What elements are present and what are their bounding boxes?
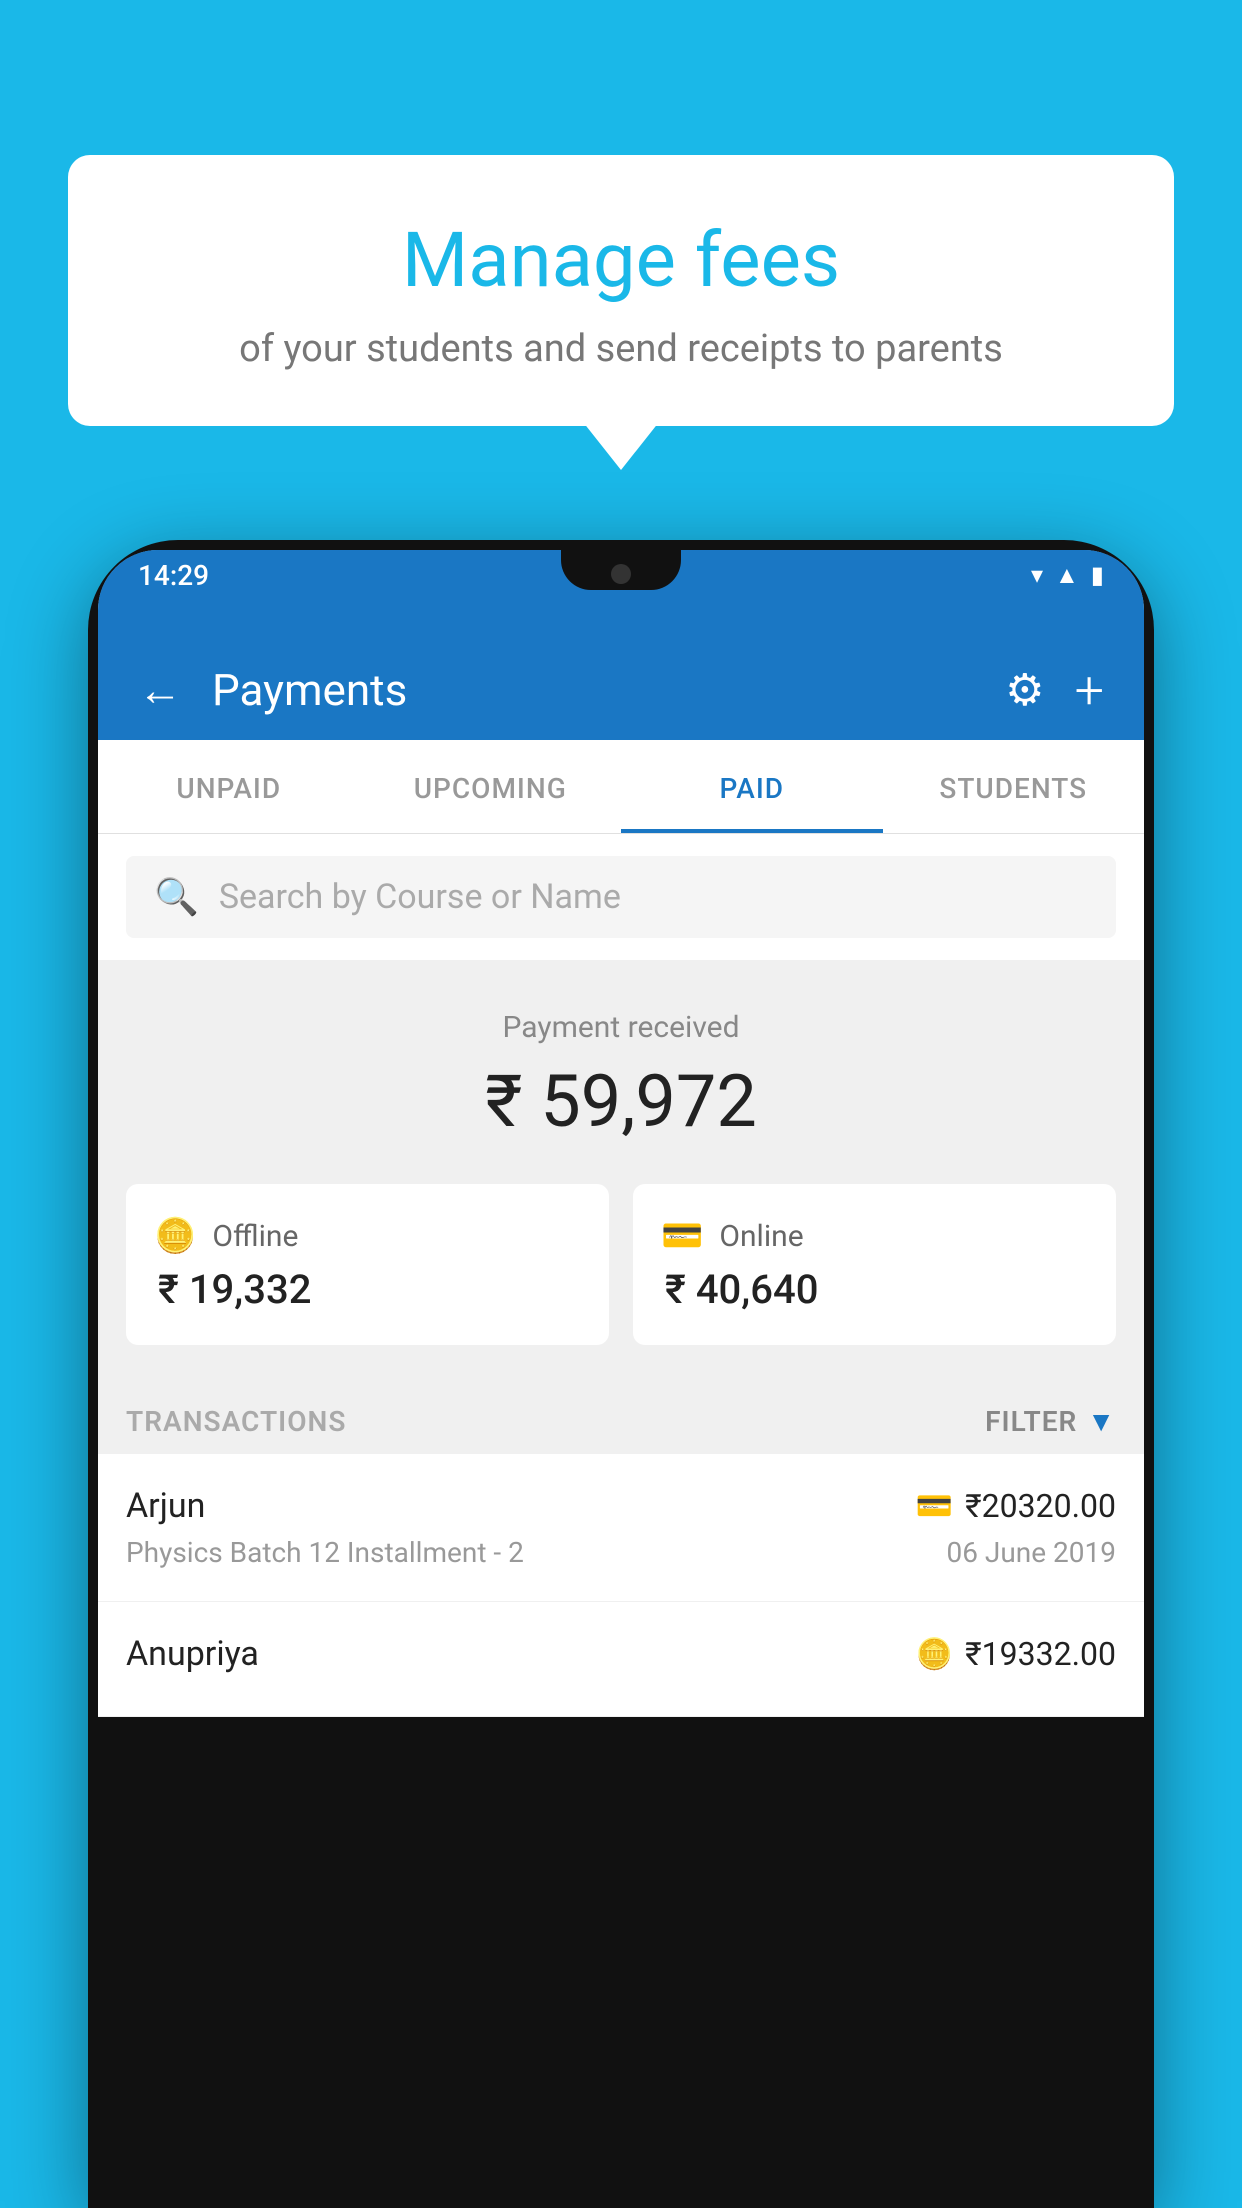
status-time: 14:29 bbox=[138, 559, 209, 592]
tab-students[interactable]: STUDENTS bbox=[883, 740, 1145, 833]
header-title: Payments bbox=[212, 664, 975, 716]
transaction-course: Physics Batch 12 Installment - 2 bbox=[126, 1536, 524, 1569]
transaction-amount: ₹20320.00 bbox=[965, 1487, 1116, 1525]
transaction-row-top: Arjun 💳 ₹20320.00 bbox=[126, 1486, 1116, 1526]
transaction-row-bottom: Physics Batch 12 Installment - 2 06 June… bbox=[126, 1536, 1116, 1569]
offline-payment-icon: 🪙 bbox=[916, 1637, 953, 1672]
search-box[interactable]: 🔍 Search by Course or Name bbox=[126, 856, 1116, 938]
transaction-amount-2: ₹19332.00 bbox=[965, 1635, 1116, 1673]
battery-icon: ▮ bbox=[1091, 561, 1104, 589]
app-header: ← Payments ⚙ + bbox=[98, 640, 1144, 740]
back-button[interactable]: ← bbox=[138, 664, 182, 716]
filter-icon: ▼ bbox=[1087, 1405, 1116, 1438]
table-row[interactable]: Anupriya 🪙 ₹19332.00 bbox=[98, 1602, 1144, 1717]
search-icon: 🔍 bbox=[154, 876, 199, 918]
filter-label: FILTER bbox=[985, 1405, 1077, 1438]
online-amount: ₹ 40,640 bbox=[661, 1266, 1088, 1313]
transactions-header: TRANSACTIONS FILTER ▼ bbox=[98, 1385, 1144, 1454]
online-card: 💳 Online ₹ 40,640 bbox=[633, 1184, 1116, 1345]
notch bbox=[561, 550, 681, 590]
online-icon: 💳 bbox=[661, 1216, 703, 1256]
transaction-name: Arjun bbox=[126, 1486, 205, 1526]
payment-summary: Payment received ₹ 59,972 bbox=[98, 960, 1144, 1184]
offline-card: 🪙 Offline ₹ 19,332 bbox=[126, 1184, 609, 1345]
online-label: Online bbox=[719, 1219, 803, 1254]
status-icons: ▾ ▲ ▮ bbox=[1031, 561, 1104, 590]
tab-unpaid[interactable]: UNPAID bbox=[98, 740, 360, 833]
transaction-date: 06 June 2019 bbox=[946, 1536, 1116, 1569]
transaction-amount-row-2: 🪙 ₹19332.00 bbox=[916, 1635, 1116, 1673]
speech-bubble: Manage fees of your students and send re… bbox=[68, 155, 1174, 426]
total-payment-amount: ₹ 59,972 bbox=[128, 1059, 1114, 1144]
wifi-icon: ▾ bbox=[1031, 561, 1043, 589]
tabs-bar: UNPAID UPCOMING PAID STUDENTS bbox=[98, 740, 1144, 834]
offline-amount: ₹ 19,332 bbox=[154, 1266, 581, 1313]
table-row[interactable]: Arjun 💳 ₹20320.00 Physics Batch 12 Insta… bbox=[98, 1454, 1144, 1602]
bubble-subtitle: of your students and send receipts to pa… bbox=[118, 323, 1124, 376]
transactions-label: TRANSACTIONS bbox=[126, 1405, 346, 1438]
tab-paid[interactable]: PAID bbox=[621, 740, 883, 833]
filter-button[interactable]: FILTER ▼ bbox=[985, 1405, 1116, 1438]
offline-icon: 🪙 bbox=[154, 1216, 196, 1256]
transaction-row-top-2: Anupriya 🪙 ₹19332.00 bbox=[126, 1634, 1116, 1674]
online-card-top: 💳 Online bbox=[661, 1216, 1088, 1256]
bubble-title: Manage fees bbox=[118, 215, 1124, 305]
offline-card-top: 🪙 Offline bbox=[154, 1216, 581, 1256]
signal-icon: ▲ bbox=[1055, 561, 1079, 590]
transaction-list: Arjun 💳 ₹20320.00 Physics Batch 12 Insta… bbox=[98, 1454, 1144, 1717]
search-container: 🔍 Search by Course or Name bbox=[98, 834, 1144, 960]
transaction-amount-row: 💳 ₹20320.00 bbox=[916, 1487, 1116, 1525]
transaction-name-2: Anupriya bbox=[126, 1634, 259, 1674]
payment-cards: 🪙 Offline ₹ 19,332 💳 Online ₹ 40,640 bbox=[98, 1184, 1144, 1385]
payment-received-label: Payment received bbox=[128, 1010, 1114, 1045]
offline-label: Offline bbox=[212, 1219, 298, 1254]
settings-icon[interactable]: ⚙ bbox=[1005, 664, 1044, 716]
search-input[interactable]: Search by Course or Name bbox=[219, 877, 621, 917]
card-payment-icon: 💳 bbox=[916, 1489, 953, 1524]
phone-inner: 14:29 ▾ ▲ ▮ ← Payments ⚙ + UNPAID UPCOMI… bbox=[98, 550, 1144, 1717]
add-button[interactable]: + bbox=[1075, 660, 1104, 721]
status-bar-area: 14:29 ▾ ▲ ▮ bbox=[98, 550, 1144, 640]
phone-frame: 14:29 ▾ ▲ ▮ ← Payments ⚙ + UNPAID UPCOMI… bbox=[88, 540, 1154, 2208]
tab-upcoming[interactable]: UPCOMING bbox=[360, 740, 622, 833]
camera bbox=[611, 564, 631, 584]
